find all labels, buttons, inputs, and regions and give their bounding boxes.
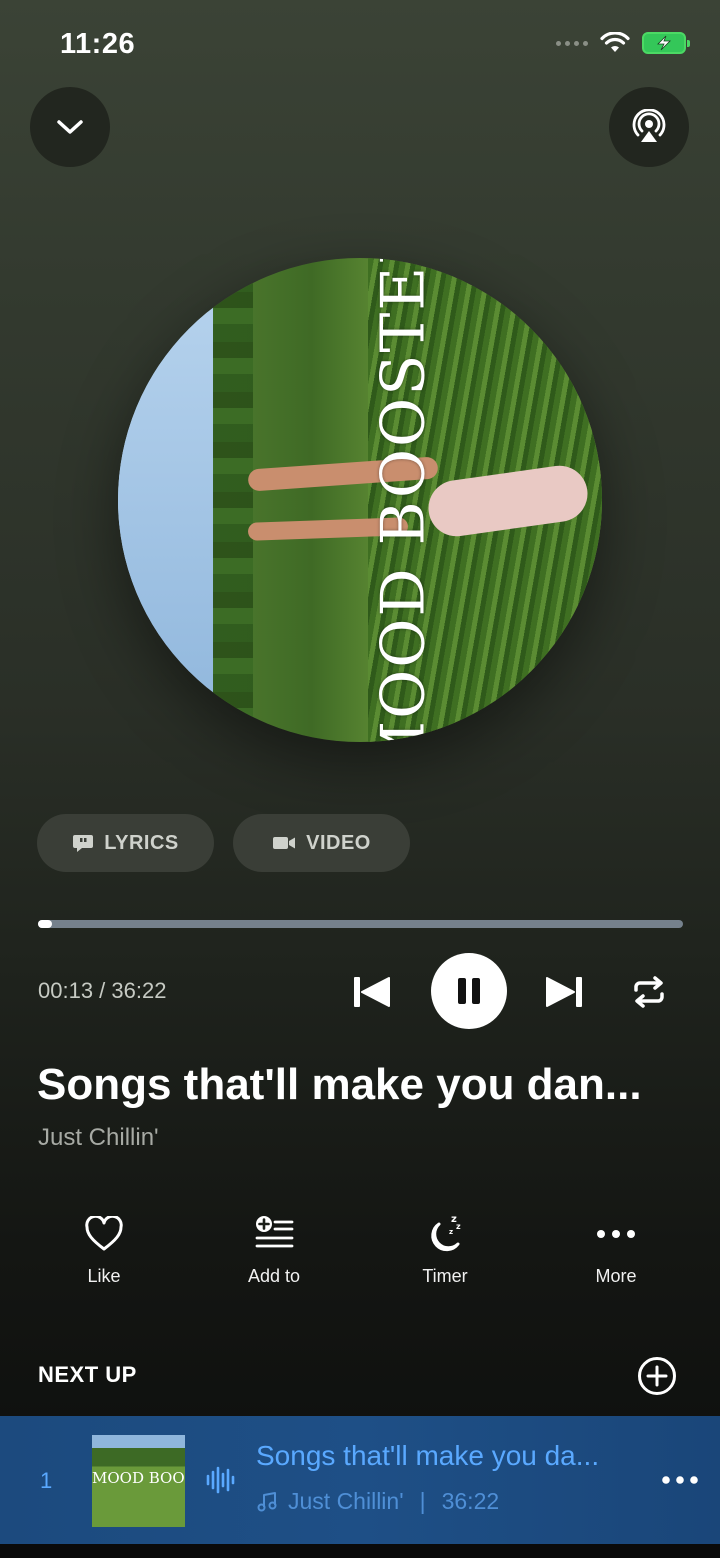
cellular-signal-icon: [556, 40, 588, 46]
queue-item-artist: Just Chillin': [288, 1488, 404, 1514]
progress-bar[interactable]: [38, 920, 683, 928]
like-label: Like: [87, 1266, 121, 1286]
svg-text:z: z: [449, 1228, 453, 1236]
skip-previous-icon: [354, 977, 390, 1007]
now-playing-waveform-icon: [205, 1464, 237, 1496]
collapse-player-button[interactable]: [30, 87, 110, 167]
chevron-down-icon: [57, 120, 83, 134]
pause-icon: [458, 978, 480, 1004]
queue-thumb-text: MOOD BOOSTER: [92, 1469, 185, 1487]
pause-button[interactable]: [431, 953, 507, 1029]
album-artwork: MOOD BOOSTER: [118, 258, 602, 742]
add-to-queue-button[interactable]: [636, 1355, 678, 1397]
more-label: More: [595, 1266, 637, 1286]
queue-item-title: Songs that'll make you da...: [256, 1440, 600, 1471]
queue-item-thumbnail: MOOD BOOSTER: [92, 1435, 185, 1527]
lyrics-label: LYRICS: [104, 831, 179, 854]
status-icons: [556, 32, 690, 54]
repeat-icon: [634, 976, 664, 1008]
bottom-edge: [0, 1544, 720, 1558]
artwork-title-text: MOOD BOOSTER: [368, 258, 438, 742]
progress-fill: [38, 920, 52, 928]
repeat-button[interactable]: [626, 970, 672, 1014]
battery-charging-icon: [642, 32, 690, 54]
next-button[interactable]: [540, 970, 588, 1014]
queue-item-subtitle: Just Chillin' | 36:22: [256, 1488, 499, 1515]
heart-icon: [85, 1216, 123, 1251]
add-to-label: Add to: [247, 1266, 301, 1286]
artist-name[interactable]: Just Chillin': [38, 1124, 159, 1152]
video-camera-icon: [273, 837, 296, 849]
elapsed-time: 00:13 / 36:22: [38, 978, 167, 1003]
add-to-button[interactable]: Add to: [209, 1212, 339, 1287]
music-note-icon: [257, 1491, 277, 1511]
video-button[interactable]: VIDEO: [233, 814, 410, 872]
queue-item-separator: |: [419, 1488, 426, 1514]
playlist-add-icon: [255, 1216, 294, 1248]
timer-label: Timer: [422, 1266, 468, 1286]
queue-item-index: 1: [40, 1468, 53, 1493]
queue-item-more-button[interactable]: [660, 1468, 700, 1492]
lyrics-button[interactable]: LYRICS: [37, 814, 214, 872]
plus-circle-icon: [638, 1357, 676, 1395]
status-time: 11:26: [60, 28, 136, 60]
song-title: Songs that'll make you dan...: [37, 1060, 642, 1109]
timer-button[interactable]: z z z Timer: [380, 1212, 510, 1287]
queue-item-duration: 36:22: [441, 1488, 500, 1514]
more-horizontal-icon: [662, 1476, 698, 1484]
svg-text:z: z: [456, 1222, 461, 1231]
video-label: VIDEO: [306, 831, 371, 854]
lyrics-icon: [73, 835, 94, 852]
airplay-audio-icon: [632, 109, 666, 142]
previous-button[interactable]: [348, 970, 396, 1014]
wifi-icon: [600, 32, 630, 52]
more-button[interactable]: More: [551, 1212, 681, 1287]
more-horizontal-icon: [597, 1230, 635, 1238]
next-up-heading: NEXT UP: [38, 1362, 137, 1387]
airplay-button[interactable]: [609, 87, 689, 167]
like-button[interactable]: Like: [39, 1212, 169, 1287]
skip-next-icon: [546, 977, 582, 1007]
sleep-timer-moon-icon: z z z: [431, 1214, 461, 1252]
